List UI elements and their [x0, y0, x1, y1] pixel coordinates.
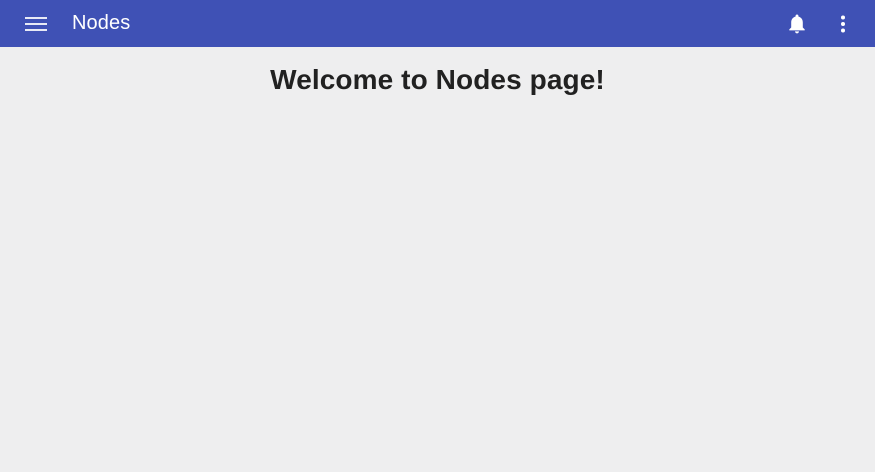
more-vertical-icon — [841, 15, 845, 32]
hamburger-menu-icon — [25, 16, 47, 31]
notifications-button[interactable] — [782, 0, 812, 47]
bell-icon — [789, 14, 805, 33]
page-title: Nodes — [72, 12, 131, 34]
more-options-button[interactable] — [830, 0, 856, 47]
menu-button[interactable] — [20, 0, 52, 47]
app-bar: Nodes — [0, 0, 875, 47]
welcome-heading: Welcome to Nodes page! — [270, 64, 605, 95]
main-content: Welcome to Nodes page! — [0, 47, 875, 472]
